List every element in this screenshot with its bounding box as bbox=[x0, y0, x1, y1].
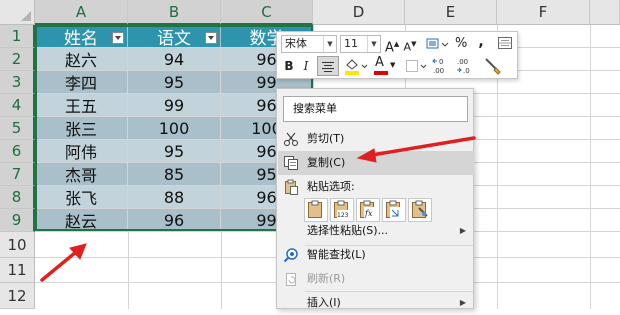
format-painter-icon bbox=[485, 58, 501, 75]
percent-style-button[interactable]: % bbox=[455, 35, 467, 53]
menu-item-label: 刷新(R) bbox=[307, 272, 346, 285]
menu-item-cut[interactable]: 剪切(T) bbox=[278, 127, 474, 151]
menu-item-insert[interactable]: 插入(I) ▶ bbox=[278, 291, 474, 315]
svg-text:.00: .00 bbox=[433, 67, 444, 75]
font-name-combo[interactable]: 宋体 ▼ bbox=[281, 35, 337, 53]
refresh-icon bbox=[286, 273, 296, 286]
row-header-9[interactable]: 9 bbox=[0, 209, 35, 232]
column-header-a[interactable]: A bbox=[35, 0, 128, 25]
increase-font-button[interactable]: A▲ bbox=[385, 35, 399, 56]
decrease-decimal-button[interactable]: .00 .0 bbox=[455, 56, 477, 75]
svg-text:123: 123 bbox=[337, 212, 349, 219]
font-color-label: A bbox=[375, 55, 384, 70]
accounting-format-icon bbox=[426, 38, 449, 49]
svg-text:.00: .00 bbox=[457, 58, 468, 66]
svg-text:0: 0 bbox=[439, 58, 443, 66]
menu-item-paste-options: 粘贴选项: bbox=[278, 175, 474, 199]
increase-font-label: A bbox=[385, 40, 394, 56]
menu-item-label: 剪切(T) bbox=[307, 132, 345, 145]
scissors-icon bbox=[284, 132, 298, 146]
submenu-arrow-icon: ▶ bbox=[459, 226, 466, 235]
chevron-down-icon[interactable]: ▼ bbox=[367, 36, 380, 52]
column-header-b[interactable]: B bbox=[128, 0, 221, 25]
fill-color-button[interactable] bbox=[343, 57, 369, 75]
borders-dotted-icon bbox=[406, 60, 427, 72]
column-header-f[interactable]: F bbox=[497, 0, 590, 25]
font-size-value: 11 bbox=[344, 37, 358, 50]
decrease-decimal-icon: .00 .0 bbox=[457, 58, 470, 75]
menu-item-label: 粘贴选项: bbox=[307, 180, 355, 193]
copy-icon bbox=[284, 156, 298, 170]
row-header-4[interactable]: 4 bbox=[0, 94, 35, 117]
increase-decimal-button[interactable]: 0 .00 bbox=[431, 56, 453, 75]
row-header-11[interactable]: 11 bbox=[0, 258, 35, 283]
row-header-8[interactable]: 8 bbox=[0, 186, 35, 209]
svg-text:.0: .0 bbox=[463, 67, 470, 75]
bold-button[interactable]: B bbox=[281, 57, 297, 75]
chevron-down-icon[interactable]: ▼ bbox=[390, 56, 395, 74]
chevron-down-icon[interactable]: ▼ bbox=[323, 36, 336, 52]
font-size-combo[interactable]: 11 ▼ bbox=[340, 35, 381, 53]
menu-item-label: 智能查找(L) bbox=[307, 248, 366, 261]
row-header-2[interactable]: 2 bbox=[0, 48, 35, 71]
row-header-3[interactable]: 3 bbox=[0, 71, 35, 94]
comma-style-button[interactable]: , bbox=[475, 33, 487, 51]
menu-item-paste-special[interactable]: 选择性粘贴(S)... ▶ bbox=[278, 219, 474, 243]
borders-icon bbox=[498, 37, 512, 49]
decrease-font-label: A bbox=[403, 40, 412, 54]
row-header-7[interactable]: 7 bbox=[0, 163, 35, 186]
svg-text:fx: fx bbox=[364, 209, 373, 218]
align-center-icon bbox=[322, 62, 334, 72]
menu-item-refresh[interactable]: 刷新(R) bbox=[278, 267, 474, 291]
row-header-5[interactable]: 5 bbox=[0, 117, 35, 140]
accounting-format-button[interactable] bbox=[424, 35, 450, 53]
format-painter-grid-button[interactable] bbox=[497, 35, 513, 53]
row-header-1[interactable]: 1 bbox=[0, 25, 35, 48]
context-menu: 搜索菜单 剪切(T) 复制(C) 粘贴选项: 123 fx 选择性粘贴(S)..… bbox=[276, 88, 474, 309]
mini-toolbar: 宋体 ▼ 11 ▼ A▲ A▼ % , B I A ▼ 0 .00 .00 .0 bbox=[276, 31, 518, 79]
column-header-d[interactable]: D bbox=[313, 0, 405, 25]
font-color-button[interactable]: A ▼ bbox=[373, 55, 399, 75]
borders-button[interactable] bbox=[404, 57, 428, 75]
decrease-font-button[interactable]: A▼ bbox=[403, 35, 417, 54]
smart-lookup-icon bbox=[283, 248, 298, 263]
italic-button[interactable]: I bbox=[299, 57, 313, 75]
row-header-10[interactable]: 10 bbox=[0, 232, 35, 258]
paint-bucket-icon bbox=[345, 59, 368, 75]
row-header-6[interactable]: 6 bbox=[0, 140, 35, 163]
menu-item-smart-lookup[interactable]: 智能查找(L) bbox=[278, 243, 474, 267]
font-name-value: 宋体 bbox=[285, 37, 307, 50]
increase-decimal-icon: 0 .00 bbox=[432, 58, 444, 75]
submenu-arrow-icon: ▶ bbox=[459, 298, 466, 307]
select-all-corner[interactable] bbox=[0, 0, 35, 25]
column-header-c[interactable]: C bbox=[221, 0, 313, 25]
search-menu-input[interactable]: 搜索菜单 bbox=[283, 96, 468, 122]
align-center-button[interactable] bbox=[317, 56, 339, 76]
menu-item-label: 插入(I) bbox=[307, 296, 341, 309]
font-color-swatch bbox=[374, 71, 388, 75]
menu-item-label: 选择性粘贴(S)... bbox=[307, 224, 389, 237]
clipboard-icon bbox=[285, 179, 298, 195]
column-header-e[interactable]: E bbox=[405, 0, 497, 25]
format-painter-button[interactable] bbox=[482, 56, 502, 75]
menu-item-label: 复制(C) bbox=[307, 156, 346, 169]
column-header-g[interactable] bbox=[590, 0, 620, 25]
menu-item-copy[interactable]: 复制(C) bbox=[278, 151, 474, 175]
row-header-12[interactable]: 12 bbox=[0, 283, 35, 309]
